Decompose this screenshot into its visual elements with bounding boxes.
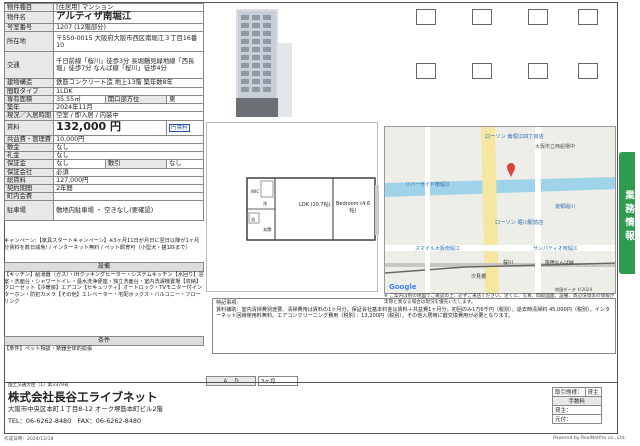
room-bedroom-label: Bedroom (4.6帖) — [335, 201, 371, 214]
company-name: 株式会社長谷工ライブネット — [8, 390, 158, 404]
thumbnail-3[interactable] — [528, 9, 548, 25]
condition-list: 【条件】ペット相談・楽器全体的拡張 — [4, 345, 93, 352]
rent-badge: 円賃料 — [168, 123, 190, 132]
thumbnail-8[interactable] — [578, 63, 598, 79]
building-photo — [206, 3, 376, 121]
thumbnail-1[interactable] — [416, 9, 436, 25]
spec-row-deposit: 敷金 なし — [3, 142, 204, 153]
facility-heading: 設備 — [4, 262, 204, 272]
company-address: 大阪市中央区本町１丁目8-12 オーク堺筋本町ビル2階 — [8, 405, 163, 413]
room-ldk-label: LDK (10.7帖) — [299, 202, 331, 208]
created-date: 作成日時：2024/12/18 — [4, 437, 54, 442]
spec-row-guarantor: 保証会社 必須 — [3, 167, 204, 177]
floor-plan: LDK (10.7帖) Bedroom (4.6帖) WIC 洗 浴 玄関 — [206, 122, 379, 292]
plan-label-bath: 浴 — [251, 217, 256, 222]
rent-price: 132,000 円 — [53, 119, 167, 136]
property-name: アルティザ南堀江 — [53, 11, 204, 25]
remarks-body: 賃料補助：室内清掃費別途要、清掃費用は賃料の1ヶ月分。保証会社基本料金は賃料＋共… — [216, 306, 611, 320]
spec-row-town: 町内会費 — [3, 192, 204, 202]
map-label-lawson1: ローソン 南堀江四丁目店 — [485, 134, 544, 140]
business-info-tab[interactable]: 業務情報 — [619, 152, 635, 274]
thumbnail-4[interactable] — [578, 9, 598, 25]
spec-row-rent: 賃料 132,000 円 円賃料 — [3, 119, 205, 136]
spec-row-structure: 建物構造 鉄筋コンクリート造 地上13階 築年数8年 — [3, 78, 204, 88]
license-number: 国土交通大臣（1）第3379号 — [8, 383, 69, 388]
plan-label-entrance: 玄関 — [263, 227, 272, 232]
map-label-hanshin: 阪神なんば線 — [545, 261, 574, 266]
spec-row-address: 所在地 〒550-0015 大阪府大阪市西区南堀江３丁目16番10 — [3, 31, 204, 53]
map-label-school: 大阪市立西船場中 — [535, 144, 576, 150]
spec-row-total: 総賃料 127,000円 — [3, 175, 204, 185]
property-spec-table: 物件種目 [住居用] マンション 物件名 アルティザ南堀江 号室番号 1207 … — [3, 2, 205, 222]
spec-row-layout: 間取タイプ 1LDK — [3, 86, 204, 96]
map-copyright: 地図データ ©2024 — [555, 287, 593, 292]
map-drawing — [385, 127, 615, 293]
transaction-conditions: 取引態様： 貸主 手数料 貸主： 元付： — [552, 387, 602, 424]
spec-row-fee: 共益費・管理費 10,000円 — [3, 134, 204, 144]
map-label-sakuragawa: 桜川 — [503, 260, 514, 266]
spec-row-room: 号室番号 1207 (12階部分) — [3, 23, 204, 33]
spec-row-area: 専有面積 35.55㎡ 開口部方位 東 — [3, 94, 205, 105]
spec-row-term: 契約期間 2年間 — [3, 183, 204, 194]
map-label-lawson2: ローソン 堀川駅前店 — [495, 220, 544, 226]
spec-row-keymoney: 礼金 なし — [3, 151, 204, 161]
facility-section: 設備 【キッチン】給湯器（ガス）・IHクッキングヒーター・システムキッチン【水回… — [4, 262, 204, 306]
map-google-logo: Google — [389, 283, 417, 291]
spec-row-access: 交通 千日前線「桜川」徒歩3分 長堀鶴見緑地線「西長堀」徒歩7分 なんば線「桜川… — [3, 51, 204, 80]
spec-row-built: 築年 2024年11月 — [3, 103, 204, 113]
spec-row-guarantee: 保証金 なし 敷引 なし — [3, 159, 205, 169]
remarks-box: 特記事項: 賃料補助：室内清掃費別途要、清掃費用は賃料の1ヶ月分。保証会社基本料… — [212, 298, 616, 354]
map-label-sanpatio: サンパティオ南堀江 — [533, 246, 578, 252]
map-label-shiomibashi: 汐見橋 — [471, 274, 487, 280]
map-label-riverside: リバーサイド南堀江 — [405, 182, 450, 188]
plan-label-wash: 洗 — [263, 201, 268, 206]
campaign-note: キャンペーン:【家具スタートキャンペーン】※3ヶ月11日が月日に翌日以降が1ヶ月… — [4, 238, 200, 251]
plan-label-wic: WIC — [251, 189, 260, 194]
spec-row-parking: 駐車場 敷地内駐車場 ・ 空きなし(要確認) — [3, 200, 204, 222]
map-label-river: 道頓堀川 — [555, 204, 576, 210]
map-label-smile: スマイル大阪南堀江 — [415, 246, 460, 252]
thumbnail-2[interactable] — [472, 9, 492, 25]
building-illustration — [206, 3, 376, 121]
area-map[interactable]: ローソン 南堀江四丁目店 大阪市立西船場中 リバーサイド南堀江 道頓堀川 ローソ… — [384, 126, 616, 294]
facility-list: 【キッチン】給湯器（ガス）・IHクッキングヒーター・システムキッチン【水回り】浴… — [4, 271, 204, 305]
powered-by: Powered by RealNetPro co., Ltd. — [552, 436, 626, 441]
spec-row-name: 物件名 アルティザ南堀江 — [3, 11, 204, 25]
thumbnail-6[interactable] — [472, 63, 492, 79]
thumbnail-grid — [378, 3, 618, 121]
condition-heading: 条件 — [4, 336, 204, 346]
thumbnail-7[interactable] — [528, 63, 548, 79]
spec-row-status: 現況／入居時期 空室 / 即入居 / 内装中 — [3, 111, 204, 121]
thumbnail-5[interactable] — [416, 63, 436, 79]
condition-section: 条件 【条件】ペット相談・楽器全体的拡張 — [4, 336, 204, 353]
company-phone: TEL：06-6262-8480 FAX：06-6262-8480 — [8, 417, 142, 425]
company-footer: 国土交通大臣（1）第3379号 株式会社長谷工ライブネット 大阪市中央区本町１丁… — [4, 382, 618, 434]
